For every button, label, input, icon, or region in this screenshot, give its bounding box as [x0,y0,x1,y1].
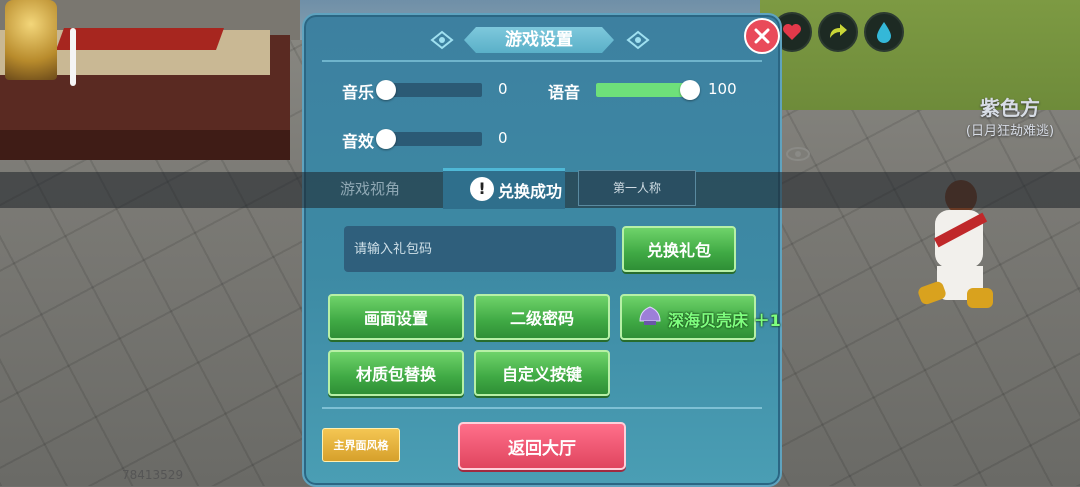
music-slider[interactable] [376,80,482,100]
sfx-value: 0 [498,129,508,147]
panel-title: 游戏设置 [505,30,573,50]
sfx-slider[interactable] [376,129,482,149]
arrow-button[interactable] [818,12,858,52]
white-pillar [70,28,76,86]
golden-statue [5,0,57,80]
back-to-lobby-button[interactable]: 返回大厅 [458,422,626,470]
sfx-label: 音效 [342,132,375,151]
view-label: 游戏视角 [340,180,401,198]
ui-style-button[interactable]: 主界面风格 [322,428,400,462]
red-carpet [55,28,225,50]
graphics-settings-button[interactable]: 画面设置 [328,294,464,340]
toast-message: 兑换成功 [498,182,563,201]
seashell-icon [639,306,661,325]
voice-value: 100 [708,80,737,98]
close-button[interactable] [744,18,780,54]
arrow-icon [830,24,847,38]
redeem-gift-button[interactable]: 兑换礼包 [622,226,736,272]
water-drop-button[interactable] [864,12,904,52]
music-value: 0 [498,80,508,98]
character-boot-left [916,280,948,306]
music-label: 音乐 [342,83,375,102]
heart-icon [783,24,801,40]
tab-first-person[interactable]: 第一人称 [578,170,696,206]
voice-slider[interactable] [596,80,700,100]
voice-label: 语音 [548,83,581,102]
close-icon [754,28,770,44]
player-id: 78413529 [122,468,184,482]
divider [322,407,762,409]
team-label: 紫色方 [980,96,1040,120]
second-password-button[interactable]: 二级密码 [474,294,610,340]
texture-pack-button[interactable]: 材质包替换 [328,350,464,396]
water-drop-icon [877,22,891,43]
divider [322,60,762,62]
character-boot-right [967,288,993,308]
reward-toast: 深海贝壳床 ＋1 [668,311,781,330]
team-subtitle: (日月狂劫难逃) [965,124,1055,139]
ornament-icon [626,30,650,50]
slider-knob[interactable] [376,129,396,149]
alert-icon: ! [470,177,494,201]
eye-icon[interactable] [786,146,810,162]
custom-keys-button[interactable]: 自定义按键 [474,350,610,396]
slider-knob[interactable] [376,80,396,100]
slider-knob[interactable] [680,80,700,100]
slider-fill [596,83,690,97]
ornament-icon [430,30,454,50]
gift-code-input[interactable] [344,226,616,272]
